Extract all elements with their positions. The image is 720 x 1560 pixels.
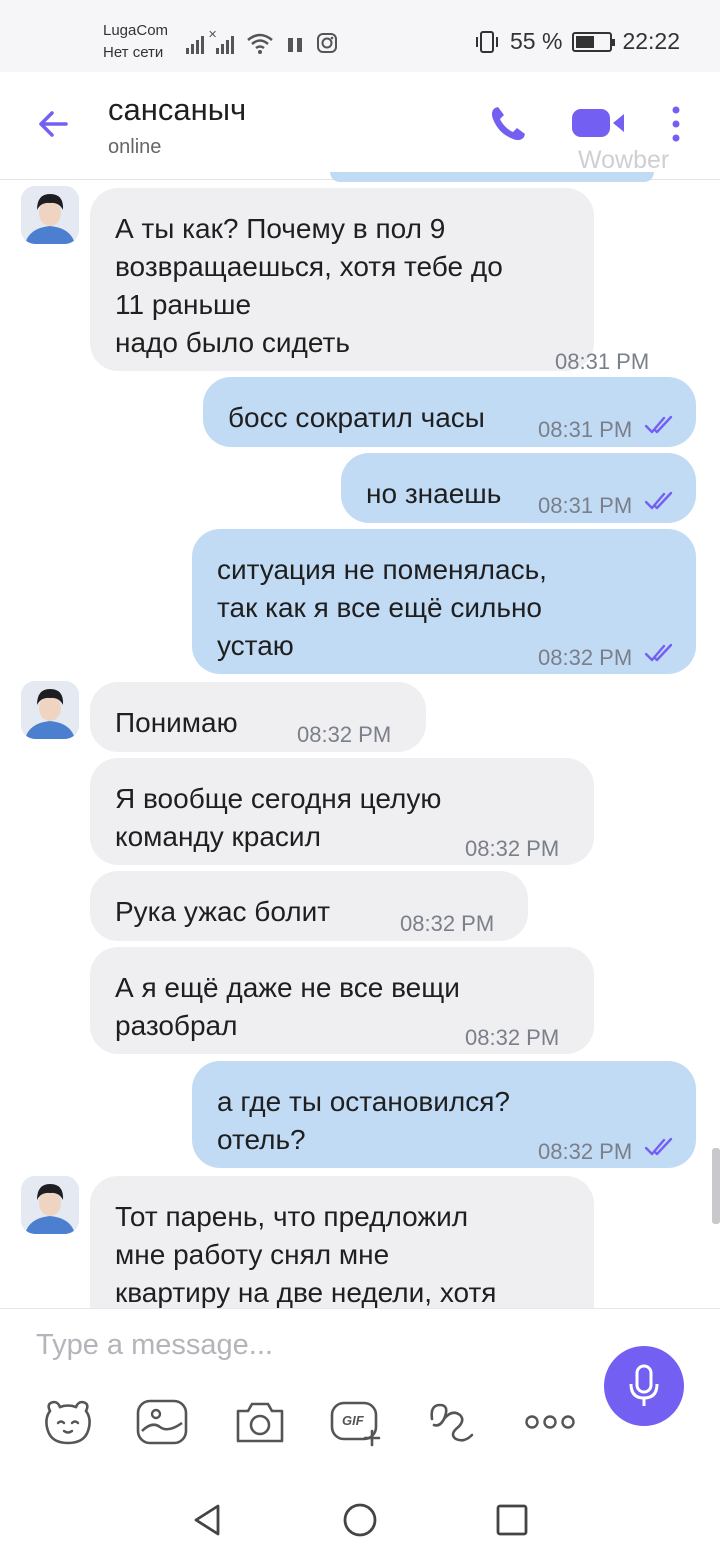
pause-icon [288, 38, 302, 52]
message-text: ситуация не поменялась, так как я все ещ… [217, 554, 547, 661]
message-time: 08:32 PM [297, 722, 392, 747]
message-text: Я вообще сегодня целую команду красил [115, 783, 442, 852]
status-bar: LugaCom Нет сети ✕ 55 % 22:22 [0, 0, 720, 72]
message-time: 08:31 PM [538, 417, 633, 442]
contact-avatar[interactable] [21, 681, 79, 739]
chat-header: сансаныч online Wowber [0, 72, 720, 180]
read-receipt-icon [645, 491, 673, 510]
watermark: Wowber [578, 146, 670, 174]
more-vertical-icon[interactable] [664, 102, 688, 146]
incoming-message[interactable]: Тот парень, что предложил мне работу сня… [90, 1176, 594, 1308]
more-options-icon[interactable] [522, 1397, 578, 1447]
outgoing-message[interactable]: но знаешь 08:31 PM [341, 453, 696, 523]
incoming-message[interactable]: Я вообще сегодня целую команду красил 08:… [90, 758, 594, 865]
signal-icon [186, 34, 204, 54]
voice-message-button[interactable] [604, 1346, 684, 1426]
message-time: 08:32 PM [538, 645, 633, 670]
read-receipt-icon [645, 1137, 673, 1156]
message-time: 08:32 PM [538, 1139, 633, 1164]
back-triangle-icon[interactable] [188, 1500, 228, 1540]
status-icons: ✕ [186, 29, 338, 54]
composer: Type a message... GIF [0, 1308, 720, 1480]
home-circle-icon[interactable] [340, 1500, 380, 1540]
message-time: 08:31 PM [538, 493, 633, 518]
scrollbar[interactable] [712, 1148, 720, 1224]
phone-call-icon[interactable] [486, 102, 530, 146]
message-time: 08:32 PM [465, 1025, 560, 1050]
avatar-photo [21, 681, 79, 739]
clock: 22:22 [622, 28, 680, 54]
outgoing-message[interactable]: ситуация не поменялась, так как я все ещ… [192, 529, 696, 674]
carrier-info: LugaCom Нет сети [103, 20, 168, 64]
incoming-message[interactable]: А я ещё даже не все вещи разобрал 08:32 P… [90, 947, 594, 1054]
message-input[interactable]: Type a message... [36, 1329, 273, 1362]
message-text: Тот парень, что предложил мне работу сня… [115, 1201, 497, 1308]
battery-icon [572, 31, 616, 52]
sticker-icon[interactable] [40, 1397, 96, 1447]
read-receipt-icon [645, 415, 673, 434]
message-text: А я ещё даже не все вещи разобрал [115, 972, 460, 1041]
carrier-name: LugaCom [103, 22, 169, 39]
message-time: 08:31 PM [555, 349, 650, 374]
message-text: но знаешь [366, 478, 502, 509]
video-call-icon[interactable] [570, 106, 628, 140]
outgoing-message[interactable]: а где ты остановился? отель? 08:32 PM [192, 1061, 696, 1168]
message-text: А ты как? Почему в пол 9 возвращаешься, … [115, 213, 503, 358]
doodle-icon[interactable] [426, 1397, 482, 1447]
vibrate-icon [476, 30, 498, 53]
microphone-icon [629, 1364, 659, 1406]
gif-button[interactable]: GIF [328, 1397, 384, 1447]
message-text: Понимаю [115, 707, 238, 738]
system-nav-bar [0, 1480, 720, 1560]
message-text: а где ты остановился? отель? [217, 1086, 511, 1155]
recents-square-icon[interactable] [492, 1500, 532, 1540]
message-list[interactable]: А ты как? Почему в пол 9 возвращаешься, … [0, 181, 720, 1308]
contact-status: online [108, 136, 162, 158]
incoming-message[interactable]: А ты как? Почему в пол 9 возвращаешься, … [90, 188, 649, 374]
message-text: босс сократил часы [228, 402, 485, 433]
contact-avatar[interactable] [21, 1176, 79, 1234]
message-time: 08:32 PM [465, 836, 560, 861]
avatar-photo [21, 186, 79, 244]
network-status: Нет сети [103, 44, 164, 61]
wifi-icon [247, 33, 273, 54]
contact-avatar[interactable] [21, 186, 79, 244]
outgoing-message[interactable]: босс сократил часы 08:31 PM [203, 377, 696, 447]
gallery-icon[interactable] [134, 1397, 190, 1447]
status-right: 55 % 22:22 [474, 28, 680, 55]
camera-icon[interactable] [232, 1397, 288, 1447]
no-signal-icon: ✕ [208, 29, 234, 54]
incoming-message[interactable]: Рука ужас болит 08:32 PM [90, 871, 528, 941]
read-receipt-icon [645, 643, 673, 662]
back-arrow-icon[interactable] [32, 102, 76, 146]
instagram-icon [317, 33, 337, 53]
avatar-photo [21, 1176, 79, 1234]
message-time: 08:32 PM [400, 911, 495, 936]
incoming-message[interactable]: Понимаю 08:32 PM [90, 682, 426, 752]
battery-percent: 55 % [510, 28, 563, 54]
contact-name[interactable]: сансаныч [108, 92, 246, 128]
message-text: Рука ужас болит [115, 896, 331, 927]
gif-label: GIF [342, 1413, 364, 1428]
